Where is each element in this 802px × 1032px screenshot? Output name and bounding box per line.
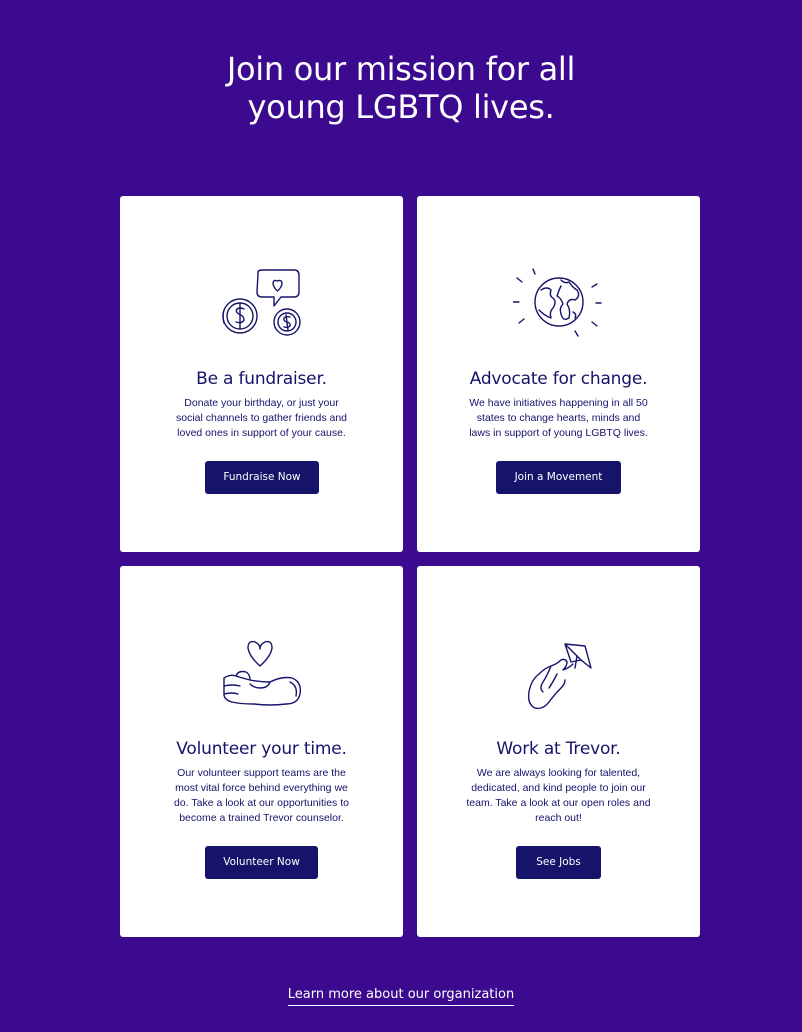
volunteer-now-button[interactable]: Volunteer Now bbox=[205, 846, 318, 879]
card-description: We have initiatives happening in all 50 … bbox=[469, 397, 648, 439]
learn-more-link[interactable]: Learn more about our organization bbox=[287, 987, 515, 1006]
card-title: Advocate for change. bbox=[469, 369, 648, 389]
card-title: Volunteer your time. bbox=[176, 739, 347, 759]
card-title: Work at Trevor. bbox=[496, 739, 621, 759]
card-volunteer: Volunteer your time. Our volunteer suppo… bbox=[120, 566, 403, 937]
card-description: Our volunteer support teams are the most… bbox=[174, 767, 349, 824]
card-description: Donate your birthday, or just your socia… bbox=[175, 397, 348, 439]
coins-with-heart-bubble-icon bbox=[120, 268, 403, 348]
join-a-movement-button[interactable]: Join a Movement bbox=[496, 461, 621, 494]
page-title: Join our mission for all young LGBTQ liv… bbox=[0, 50, 802, 126]
see-jobs-button[interactable]: See Jobs bbox=[516, 846, 601, 879]
card-work-at-trevor: Work at Trevor. We are always looking fo… bbox=[417, 566, 700, 937]
learn-more-container: Learn more about our organization bbox=[0, 985, 802, 1006]
fundraise-now-button[interactable]: Fundraise Now bbox=[205, 461, 319, 494]
page-title-line-1: Join our mission for all bbox=[226, 50, 576, 88]
card-advocate: Advocate for change. We have initiatives… bbox=[417, 196, 700, 552]
globe-icon bbox=[417, 268, 700, 348]
card-fundraiser: Be a fundraiser. Donate your birthday, o… bbox=[120, 196, 403, 552]
hand-with-paper-plane-icon bbox=[417, 638, 700, 718]
page-title-line-2: young LGBTQ lives. bbox=[247, 88, 555, 126]
card-title: Be a fundraiser. bbox=[196, 369, 327, 389]
hand-holding-heart-icon bbox=[120, 638, 403, 718]
card-description: We are always looking for talented, dedi… bbox=[466, 767, 651, 824]
